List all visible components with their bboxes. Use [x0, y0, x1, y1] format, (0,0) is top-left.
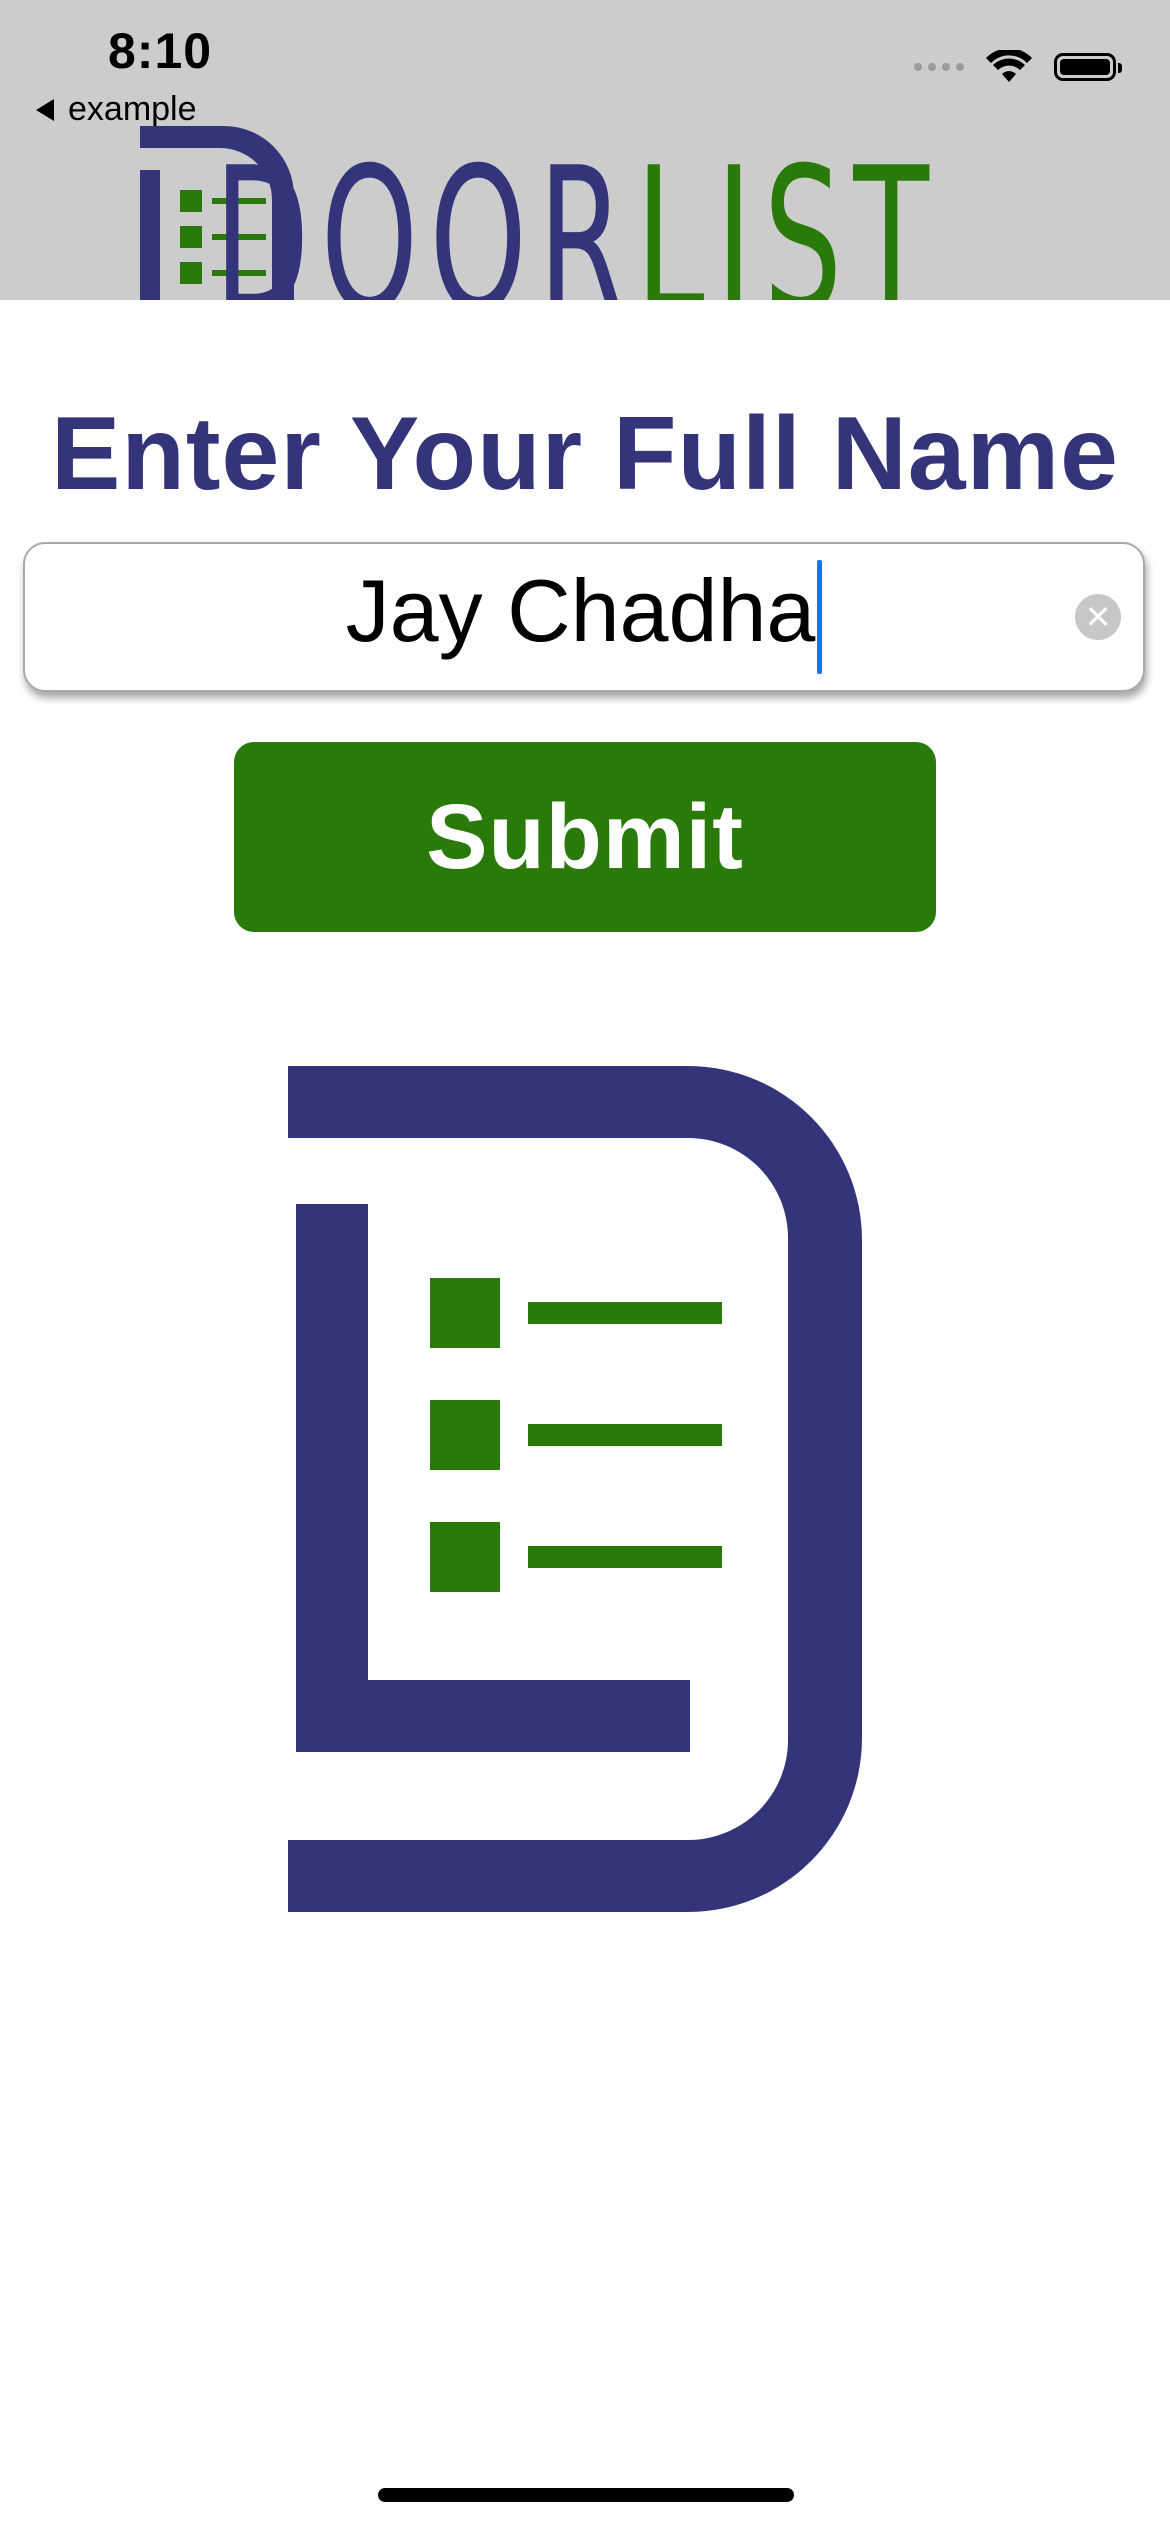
full-name-value[interactable]: Jay Chadha — [346, 560, 823, 675]
full-name-input[interactable]: Jay Chadha ✕ — [23, 542, 1145, 692]
status-icons — [914, 50, 1122, 84]
banner-wordmark: DOORLIST — [214, 142, 940, 301]
battery-icon — [1054, 53, 1122, 81]
back-arrow-icon — [36, 98, 54, 121]
wordmark-list: LIST — [635, 125, 941, 301]
clear-text-icon[interactable]: ✕ — [1075, 594, 1121, 640]
doorlist-logo-icon — [288, 1066, 862, 1912]
wordmark-door: DOOR — [214, 125, 636, 301]
home-indicator[interactable] — [378, 2488, 794, 2502]
submit-button[interactable]: Submit — [234, 742, 936, 932]
cellular-dots-icon — [914, 63, 964, 71]
status-time: 8:10 — [108, 23, 213, 79]
page-title: Enter Your Full Name — [51, 396, 1119, 512]
wifi-icon — [986, 50, 1032, 82]
text-caret — [817, 560, 823, 675]
header-banner: 8:10 example DOORLIST — [0, 0, 1170, 300]
